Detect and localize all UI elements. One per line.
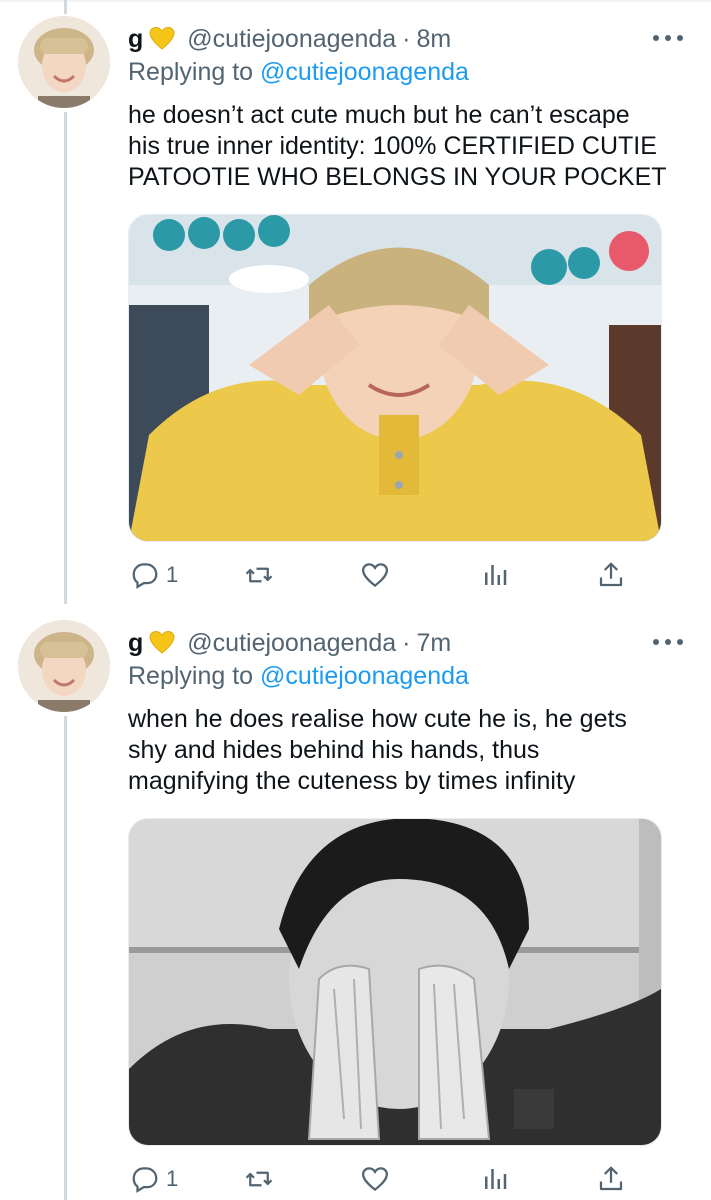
tweet-header: g @cutiejoonagenda · 7m: [128, 626, 451, 660]
replying-handle-link[interactable]: @cutiejoonagenda: [260, 58, 469, 86]
yellow-heart-icon: [149, 630, 175, 655]
replying-to: Replying to @cutiejoonagenda: [128, 662, 469, 691]
reply-icon: [132, 563, 158, 589]
more-icon[interactable]: [653, 28, 683, 48]
reply-count: 1: [166, 562, 179, 587]
tweet-text: he doesn’t act cute much but he can’t es…: [128, 101, 667, 191]
more-icon[interactable]: [653, 632, 683, 652]
user-handle[interactable]: @cutiejoonagenda: [187, 25, 396, 54]
timestamp[interactable]: 7m: [416, 629, 451, 658]
replying-label: Replying to: [128, 662, 254, 690]
analytics-button[interactable]: [480, 558, 510, 592]
share-icon: [599, 562, 623, 587]
share-button[interactable]: [596, 558, 626, 592]
separator: ·: [402, 628, 411, 657]
tweet-actions: 1: [128, 1162, 648, 1196]
retweet-button[interactable]: [244, 558, 274, 592]
tweet-header: g @cutiejoonagenda · 8m: [128, 22, 451, 56]
reply-button[interactable]: 1: [130, 1162, 178, 1196]
separator: ·: [402, 24, 411, 53]
reply-icon: [132, 1167, 158, 1193]
tweet-text: when he does realise how cute he is, he …: [128, 705, 627, 795]
replying-handle-link[interactable]: @cutiejoonagenda: [260, 662, 469, 690]
share-icon: [599, 1166, 623, 1191]
share-button[interactable]: [596, 1162, 626, 1196]
display-name[interactable]: g: [128, 629, 143, 658]
tweet[interactable]: g @cutiejoonagenda · 8m Replying to @cut…: [0, 0, 711, 604]
replying-to: Replying to @cutiejoonagenda: [128, 58, 469, 87]
display-name[interactable]: g: [128, 25, 143, 54]
avatar[interactable]: [18, 16, 110, 108]
tweet-media[interactable]: [128, 214, 662, 542]
like-button[interactable]: [360, 1162, 390, 1196]
analytics-button[interactable]: [480, 1162, 510, 1196]
analytics-icon: [485, 1169, 507, 1189]
retweet-icon: [245, 567, 273, 583]
tweet-actions: 1: [128, 558, 648, 592]
replying-label: Replying to: [128, 58, 254, 86]
tweet-media[interactable]: [128, 818, 662, 1146]
reply-button[interactable]: 1: [130, 558, 178, 592]
like-button[interactable]: [360, 558, 390, 592]
user-handle[interactable]: @cutiejoonagenda: [187, 629, 396, 658]
avatar[interactable]: [18, 620, 110, 712]
timestamp[interactable]: 8m: [416, 25, 451, 54]
retweet-icon: [245, 1171, 273, 1187]
like-icon: [361, 563, 389, 588]
retweet-button[interactable]: [244, 1162, 274, 1196]
analytics-icon: [485, 565, 507, 585]
like-icon: [361, 1167, 389, 1192]
yellow-heart-icon: [149, 26, 175, 51]
reply-count: 1: [166, 1166, 179, 1191]
tweet[interactable]: g @cutiejoonagenda · 7m Replying to @cut…: [0, 604, 711, 1200]
